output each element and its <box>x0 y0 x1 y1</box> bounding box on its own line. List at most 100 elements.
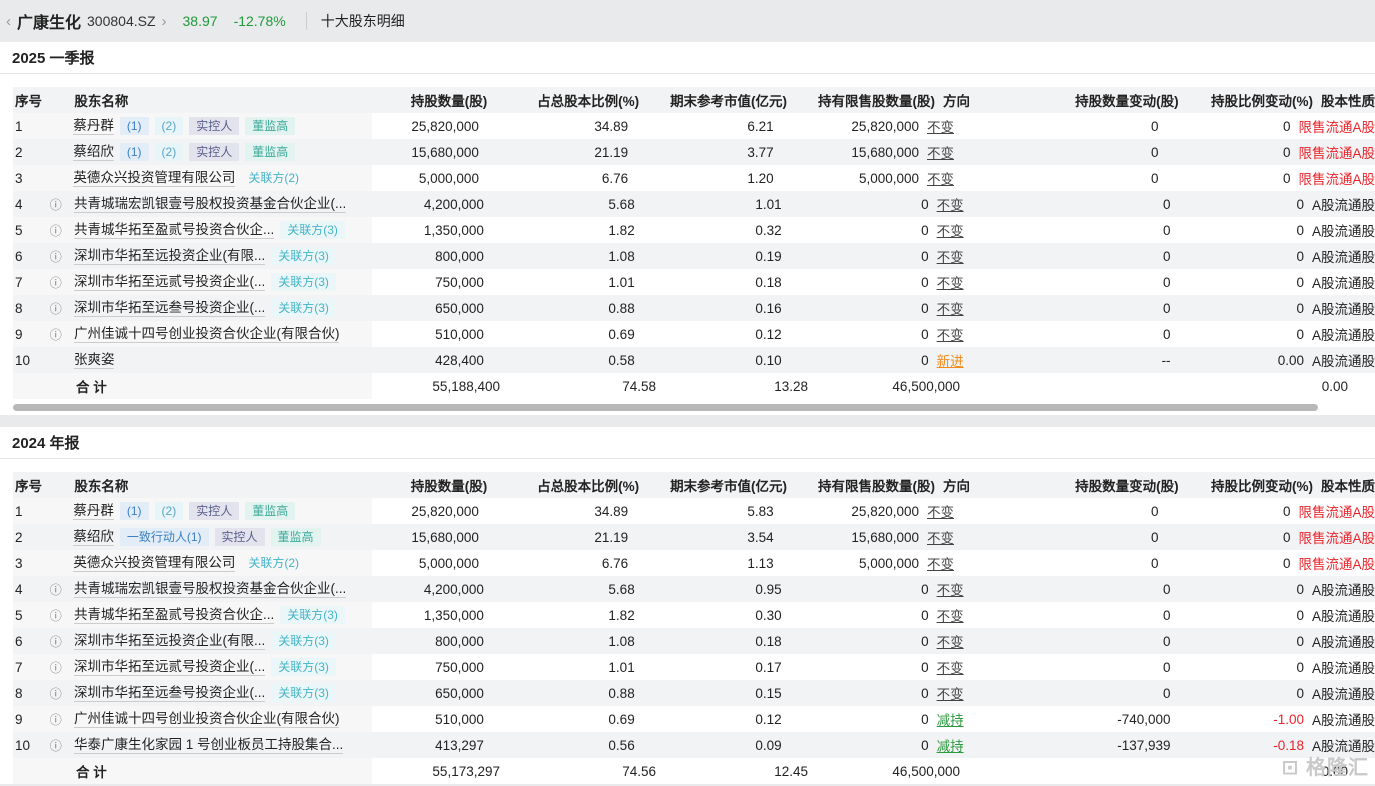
horizontal-scrollbar[interactable] <box>0 399 1375 415</box>
direction-link[interactable]: 不变 <box>937 635 964 650</box>
holder-name-link[interactable]: 深圳市华拓至远投资企业(有限... <box>73 632 266 650</box>
holder-name-link[interactable]: 蔡丹群 <box>73 502 114 520</box>
direction-link[interactable]: 不变 <box>937 198 964 213</box>
table-row[interactable]: 8 ⓘ 深圳市华拓至远叁号投资企业(... 关联方(3) 650,000 0.88 0.16… <box>13 295 1375 321</box>
help-icon[interactable]: ⓘ <box>50 711 74 728</box>
column-header[interactable]: 持股比例变动(%) <box>1179 90 1313 110</box>
help-icon[interactable]: ⓘ <box>50 274 74 291</box>
direction-link[interactable]: 不变 <box>927 146 954 161</box>
holder-name-link[interactable]: 广州佳诚十四号创业投资合伙企业(有限合伙) <box>73 710 340 728</box>
holder-name-link[interactable]: 深圳市华拓至远叁号投资企业(... <box>73 299 266 317</box>
table-row[interactable]: 7 ⓘ 深圳市华拓至远贰号投资企业(... 关联方(3) 750,000 1.01 0.18… <box>13 269 1375 295</box>
holder-tag[interactable]: 关联方(2) <box>241 554 306 572</box>
holder-name-link[interactable]: 共青城瑞宏凯银壹号股权投资基金合伙企业(... <box>73 195 347 213</box>
help-icon[interactable]: ⓘ <box>50 248 74 265</box>
holder-name-link[interactable]: 张爽姿 <box>73 351 115 369</box>
holder-tag[interactable]: 关联方(3) <box>271 247 336 265</box>
column-header[interactable]: 股本性质 <box>1313 90 1375 110</box>
direction-link[interactable]: 不变 <box>937 250 964 265</box>
direction-link[interactable]: 新进 <box>937 354 964 369</box>
column-header[interactable]: 序号 <box>13 475 50 495</box>
chevron-right-icon[interactable]: › <box>162 13 167 30</box>
holder-name-link[interactable]: 蔡丹群 <box>73 117 114 135</box>
holder-name-link[interactable]: 共青城华拓至盈贰号投资合伙企... <box>73 221 275 239</box>
scrollbar-thumb[interactable] <box>13 404 1318 411</box>
holder-tag[interactable]: 董监高 <box>245 502 296 520</box>
table-row[interactable]: 9 ⓘ 广州佳诚十四号创业投资合伙企业(有限合伙) 510,000 0.69 0.12 0 减… <box>13 706 1375 732</box>
column-header[interactable]: 持股数量变动(股) <box>1003 90 1179 110</box>
column-header[interactable]: 方向 <box>935 475 1003 495</box>
direction-link[interactable]: 不变 <box>937 224 964 239</box>
holder-tag[interactable]: 实控人 <box>214 528 265 546</box>
holder-name-link[interactable]: 深圳市华拓至远叁号投资企业(... <box>73 684 266 702</box>
direction-link[interactable]: 不变 <box>927 557 954 572</box>
help-icon[interactable]: ⓘ <box>50 222 74 239</box>
column-header[interactable]: 持股数量变动(股) <box>1003 475 1179 495</box>
direction-link[interactable]: 减持 <box>937 739 964 754</box>
direction-link[interactable]: 不变 <box>927 120 954 135</box>
holder-name-link[interactable]: 华泰广康生化家园 1 号创业板员工持股集合... <box>73 736 344 754</box>
holder-tag[interactable]: 董监高 <box>270 528 321 546</box>
table-row[interactable]: 1 蔡丹群 (1) (2) 实控人 董监高 25,820,000 34.89 6.21 25,82… <box>13 113 1375 139</box>
holder-name-link[interactable]: 蔡绍欣 <box>73 528 114 546</box>
direction-link[interactable]: 减持 <box>937 713 964 728</box>
table-row[interactable]: 3 英德众兴投资管理有限公司 关联方(2) 5,000,000 6.76 1.13 5,00… <box>13 550 1375 576</box>
column-header[interactable]: 方向 <box>935 90 1003 110</box>
help-icon[interactable]: ⓘ <box>50 633 74 650</box>
help-icon[interactable]: ⓘ <box>50 581 74 598</box>
column-header[interactable]: 占总股本比例(%) <box>487 90 639 110</box>
column-header[interactable]: 持有限售股数量(股) <box>787 90 935 110</box>
holder-name-link[interactable]: 深圳市华拓至远贰号投资企业(... <box>73 658 266 676</box>
table-row[interactable]: 3 英德众兴投资管理有限公司 关联方(2) 5,000,000 6.76 1.20 5,00… <box>13 165 1375 191</box>
table-row[interactable]: 9 ⓘ 广州佳诚十四号创业投资合伙企业(有限合伙) 510,000 0.69 0.12 0 不… <box>13 321 1375 347</box>
column-header[interactable]: 股东名称 <box>74 90 362 110</box>
holder-tag[interactable]: 董监高 <box>245 117 296 135</box>
help-icon[interactable]: ⓘ <box>50 607 74 624</box>
table-row[interactable]: 6 ⓘ 深圳市华拓至远投资企业(有限... 关联方(3) 800,000 1.08 0.19… <box>13 243 1375 269</box>
direction-link[interactable]: 不变 <box>937 609 964 624</box>
direction-link[interactable]: 不变 <box>937 661 964 676</box>
table-row[interactable]: 5 ⓘ 共青城华拓至盈贰号投资合伙企... 关联方(3) 1,350,000 1.82 0.… <box>13 602 1375 628</box>
table-row[interactable]: 10 张爽姿 428,400 0.58 0.10 0 新进 -- 0.00 A股流通股 <box>13 347 1375 373</box>
holder-name-link[interactable]: 广州佳诚十四号创业投资合伙企业(有限合伙) <box>73 325 340 343</box>
column-header[interactable]: 占总股本比例(%) <box>487 475 639 495</box>
holder-tag[interactable]: 实控人 <box>189 117 240 135</box>
holder-tag[interactable]: (2) <box>154 143 184 161</box>
holder-tag[interactable]: (1) <box>119 117 149 135</box>
holder-name-link[interactable]: 英德众兴投资管理有限公司 <box>73 169 236 187</box>
chevron-left-icon[interactable]: ‹ <box>6 13 11 30</box>
holder-name-link[interactable]: 深圳市华拓至远贰号投资企业(... <box>73 273 266 291</box>
holder-tag[interactable]: 董监高 <box>245 143 296 161</box>
holder-tag[interactable]: (1) <box>119 143 149 161</box>
table-row[interactable]: 8 ⓘ 深圳市华拓至远叁号投资企业(... 关联方(3) 650,000 0.88 0.15… <box>13 680 1375 706</box>
direction-link[interactable]: 不变 <box>927 505 954 520</box>
help-icon[interactable]: ⓘ <box>50 659 74 676</box>
table-row[interactable]: 6 ⓘ 深圳市华拓至远投资企业(有限... 关联方(3) 800,000 1.08 0.18… <box>13 628 1375 654</box>
holder-name-link[interactable]: 蔡绍欣 <box>73 143 114 161</box>
help-icon[interactable]: ⓘ <box>50 737 74 754</box>
holder-name-link[interactable]: 英德众兴投资管理有限公司 <box>73 554 236 572</box>
table-row[interactable]: 7 ⓘ 深圳市华拓至远贰号投资企业(... 关联方(3) 750,000 1.01 0.17… <box>13 654 1375 680</box>
table-row[interactable]: 4 ⓘ 共青城瑞宏凯银壹号股权投资基金合伙企业(... 4,200,000 5.68 1.… <box>13 191 1375 217</box>
holder-tag[interactable]: 关联方(2) <box>241 169 306 187</box>
table-row[interactable]: 4 ⓘ 共青城瑞宏凯银壹号股权投资基金合伙企业(... 4,200,000 5.68 0.… <box>13 576 1375 602</box>
holder-tag[interactable]: 关联方(3) <box>271 632 336 650</box>
direction-link[interactable]: 不变 <box>937 328 964 343</box>
table-row[interactable]: 5 ⓘ 共青城华拓至盈贰号投资合伙企... 关联方(3) 1,350,000 1.82 0.… <box>13 217 1375 243</box>
holder-tag[interactable]: (2) <box>154 117 184 135</box>
column-header[interactable]: 持股比例变动(%) <box>1179 475 1313 495</box>
holder-name-link[interactable]: 共青城华拓至盈贰号投资合伙企... <box>73 606 275 624</box>
holder-tag[interactable]: 实控人 <box>189 143 240 161</box>
holder-tag[interactable]: 关联方(3) <box>280 606 345 624</box>
holder-tag[interactable]: 一致行动人(1) <box>119 528 209 546</box>
holder-tag[interactable]: 关联方(3) <box>271 273 336 291</box>
column-header[interactable]: 股本性质 <box>1313 475 1375 495</box>
direction-link[interactable]: 不变 <box>937 276 964 291</box>
direction-link[interactable]: 不变 <box>927 172 954 187</box>
holder-name-link[interactable]: 共青城瑞宏凯银壹号股权投资基金合伙企业(... <box>73 580 347 598</box>
column-header[interactable]: 持股数量(股) <box>363 475 488 495</box>
direction-link[interactable]: 不变 <box>927 531 954 546</box>
holder-tag[interactable]: 实控人 <box>189 502 240 520</box>
holder-tag[interactable]: (1) <box>119 502 149 520</box>
holder-tag[interactable]: 关联方(3) <box>271 684 336 702</box>
